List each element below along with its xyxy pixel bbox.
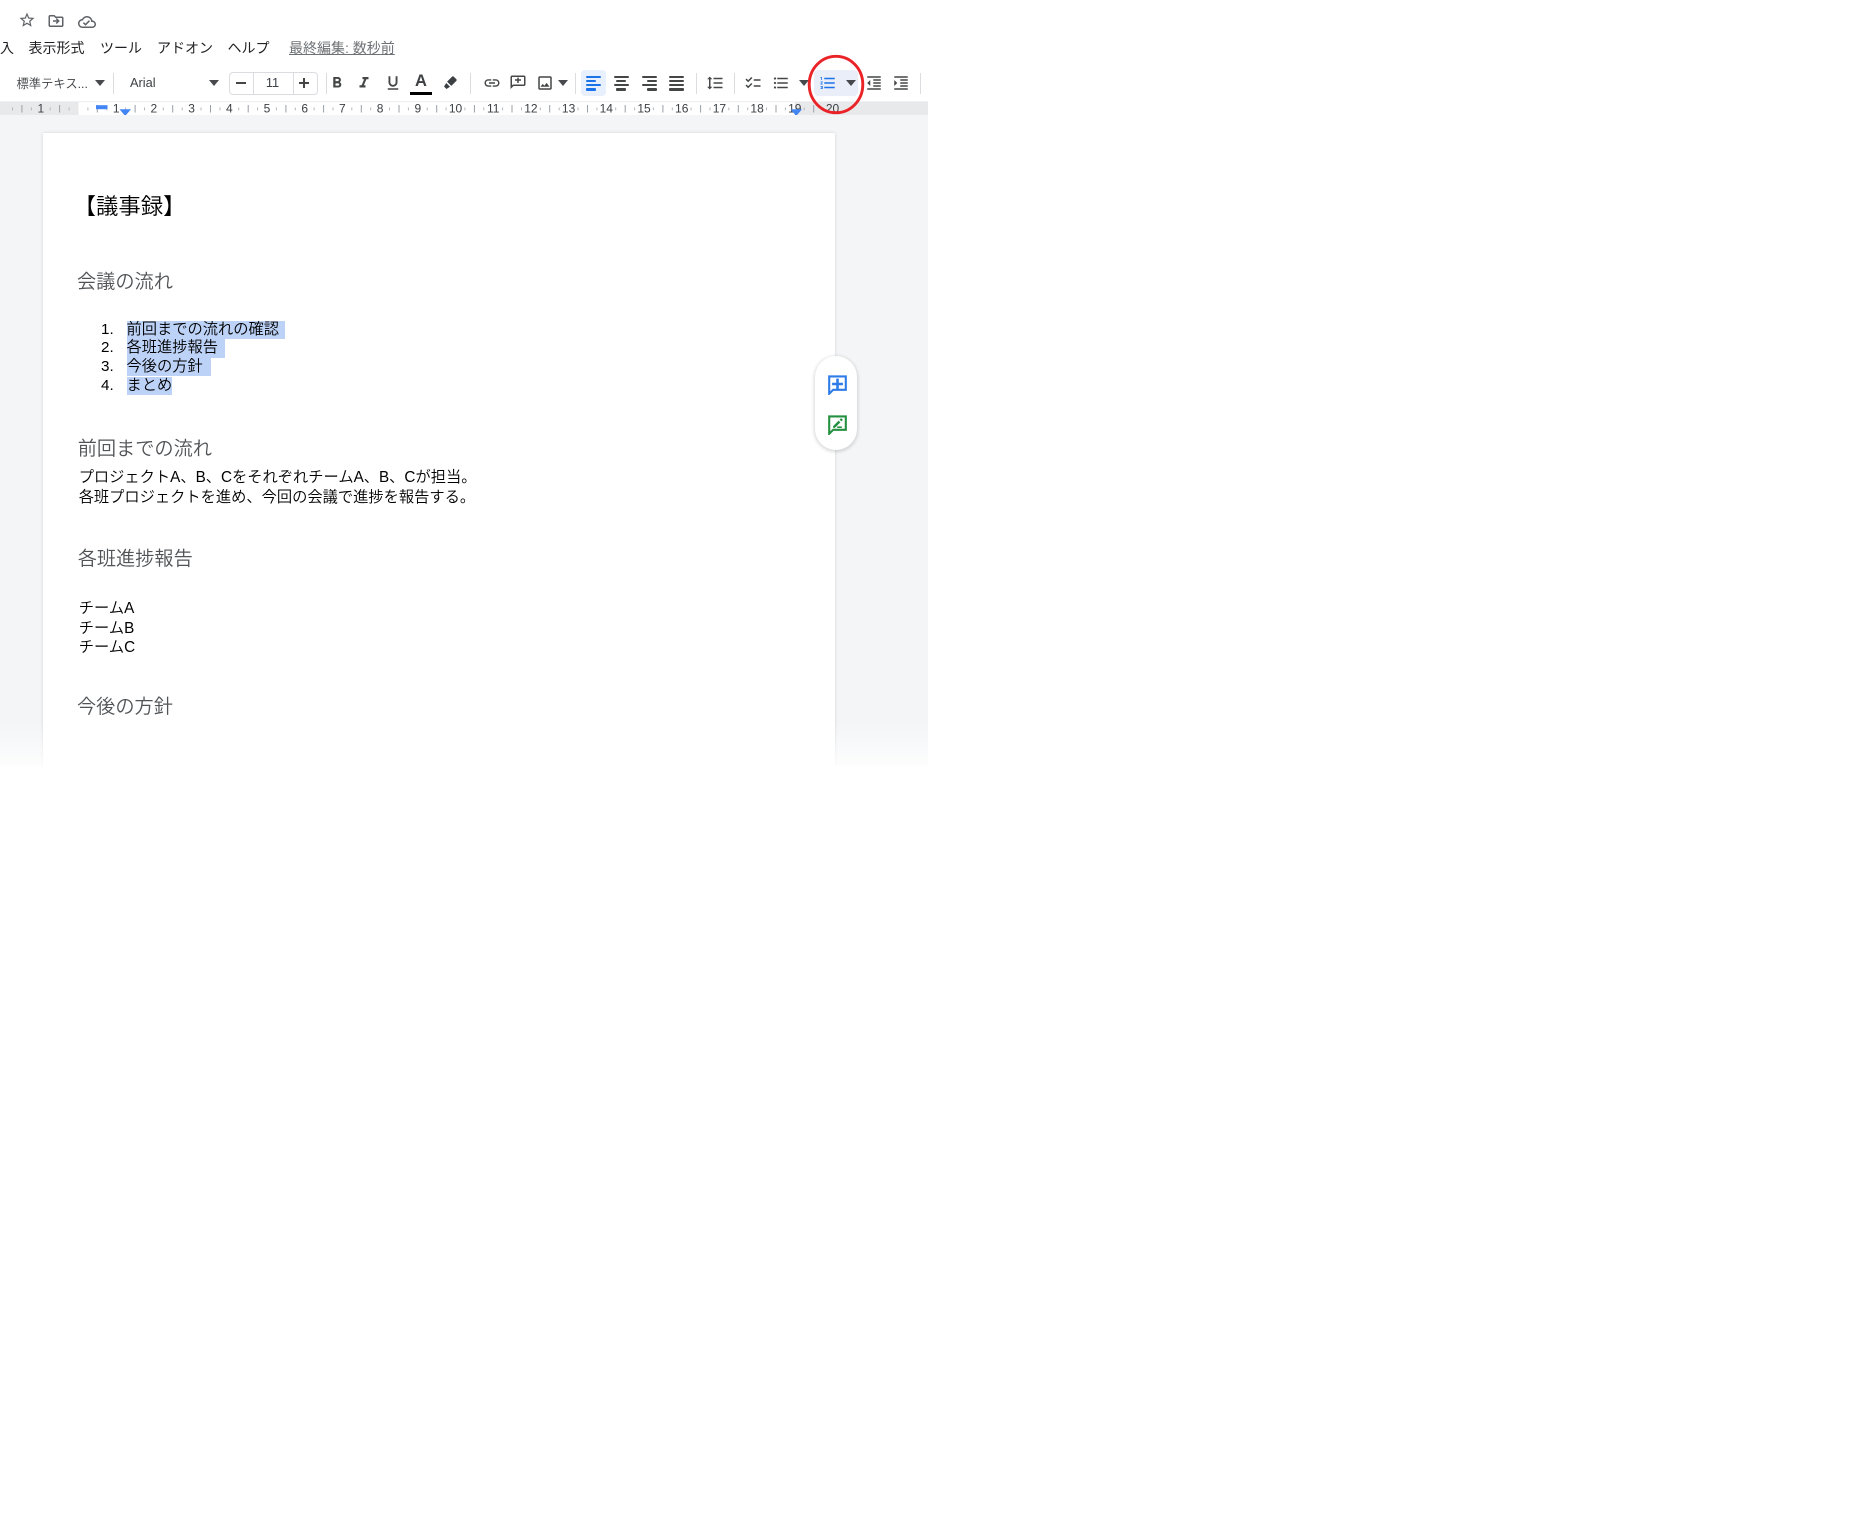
svg-text:4: 4 xyxy=(226,102,233,116)
svg-text:12: 12 xyxy=(524,102,538,116)
svg-text:6: 6 xyxy=(301,102,308,116)
svg-text:17: 17 xyxy=(713,102,727,116)
svg-text:14: 14 xyxy=(600,102,614,116)
svg-text:18: 18 xyxy=(750,102,764,116)
svg-text:3: 3 xyxy=(188,102,195,116)
svg-text:15: 15 xyxy=(637,102,651,116)
svg-text:11: 11 xyxy=(487,102,500,116)
svg-text:10: 10 xyxy=(449,102,463,116)
svg-text:2: 2 xyxy=(151,102,158,116)
svg-text:16: 16 xyxy=(675,102,689,116)
svg-text:7: 7 xyxy=(339,102,346,116)
svg-text:8: 8 xyxy=(377,102,384,116)
svg-text:1: 1 xyxy=(37,102,44,116)
svg-text:9: 9 xyxy=(414,102,421,116)
svg-text:5: 5 xyxy=(264,102,271,116)
svg-text:1: 1 xyxy=(113,102,120,116)
svg-text:13: 13 xyxy=(562,102,576,116)
